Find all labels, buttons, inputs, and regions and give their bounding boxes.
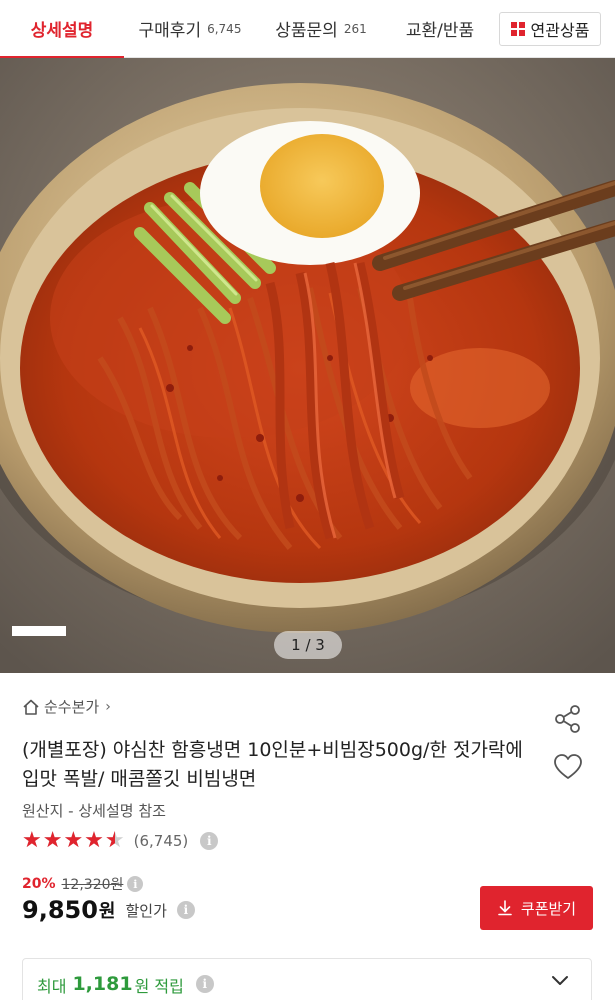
info-icon[interactable]: i xyxy=(200,831,219,850)
info-icon[interactable]: i xyxy=(176,901,195,919)
grid-icon xyxy=(510,21,525,36)
download-icon xyxy=(498,900,512,916)
noodle-bowl-image xyxy=(0,58,615,673)
share-icon[interactable] xyxy=(553,704,583,734)
heart-icon[interactable] xyxy=(553,753,583,781)
tab-exchange[interactable]: 교환/반품 xyxy=(386,0,494,58)
info-icon[interactable]: i xyxy=(195,975,214,993)
tab-qna-count: 261 xyxy=(343,21,367,36)
price-line: 9,850 원 할인가 i xyxy=(22,896,195,924)
sale-price: 9,850 xyxy=(22,896,98,924)
related-products-label: 연관상품 xyxy=(530,20,590,40)
chevron-down-icon xyxy=(552,976,568,985)
tab-qna[interactable]: 상품문의 261 xyxy=(256,0,386,58)
points-accordion[interactable]: 최대 1,181 원 적립 i xyxy=(22,958,592,1000)
points-suffix: 원 적립 xyxy=(134,977,184,996)
tab-detail[interactable]: 상세설명 xyxy=(0,0,124,59)
discount-price-label: 할인가 xyxy=(125,901,167,920)
product-image[interactable] xyxy=(0,58,615,673)
star-rating: ★★★★★ ★★★★★ xyxy=(22,828,126,853)
rating[interactable]: ★★★★★ ★★★★★ (6,745) i xyxy=(22,828,219,853)
chevron-right-icon: › xyxy=(105,698,111,715)
coupon-button[interactable]: 쿠폰받기 xyxy=(480,886,593,930)
tab-exchange-label: 교환/반품 xyxy=(405,21,475,41)
currency-unit: 원 xyxy=(98,901,116,922)
coupon-button-label: 쿠폰받기 xyxy=(520,899,577,918)
tab-reviews[interactable]: 구매후기 6,745 xyxy=(124,0,256,58)
carousel-progress-bar xyxy=(12,626,66,636)
points-amount: 1,181 xyxy=(72,973,133,995)
tab-bar: 상세설명 구매후기 6,745 상품문의 261 교환/반품 연관상품 xyxy=(0,0,615,59)
gallery-page-indicator: 1 / 3 xyxy=(274,631,342,659)
points-prefix: 최대 xyxy=(37,977,67,996)
home-icon xyxy=(23,699,39,715)
tab-detail-label: 상세설명 xyxy=(30,21,94,41)
discount-line: 20% 12,320원 i xyxy=(22,874,144,894)
product-title: (개별포장) 야심찬 함흥냉면 10인분+비빔장500g/한 젓가락에 입맛 폭… xyxy=(22,739,523,790)
origin-info: 원산지 - 상세설명 참조 xyxy=(22,802,166,820)
tab-reviews-count: 6,745 xyxy=(207,21,242,36)
original-price: 12,320원 xyxy=(61,877,124,893)
related-products-button[interactable]: 연관상품 xyxy=(499,11,601,46)
discount-rate: 20% xyxy=(22,876,56,892)
brand-name: 순수본가 xyxy=(44,698,100,716)
tab-reviews-label: 구매후기 xyxy=(138,21,202,41)
review-count: (6,745) xyxy=(133,831,189,850)
brand-link[interactable]: 순수본가 › xyxy=(22,696,111,717)
tab-qna-label: 상품문의 xyxy=(275,21,338,41)
info-icon[interactable]: i xyxy=(127,876,144,892)
